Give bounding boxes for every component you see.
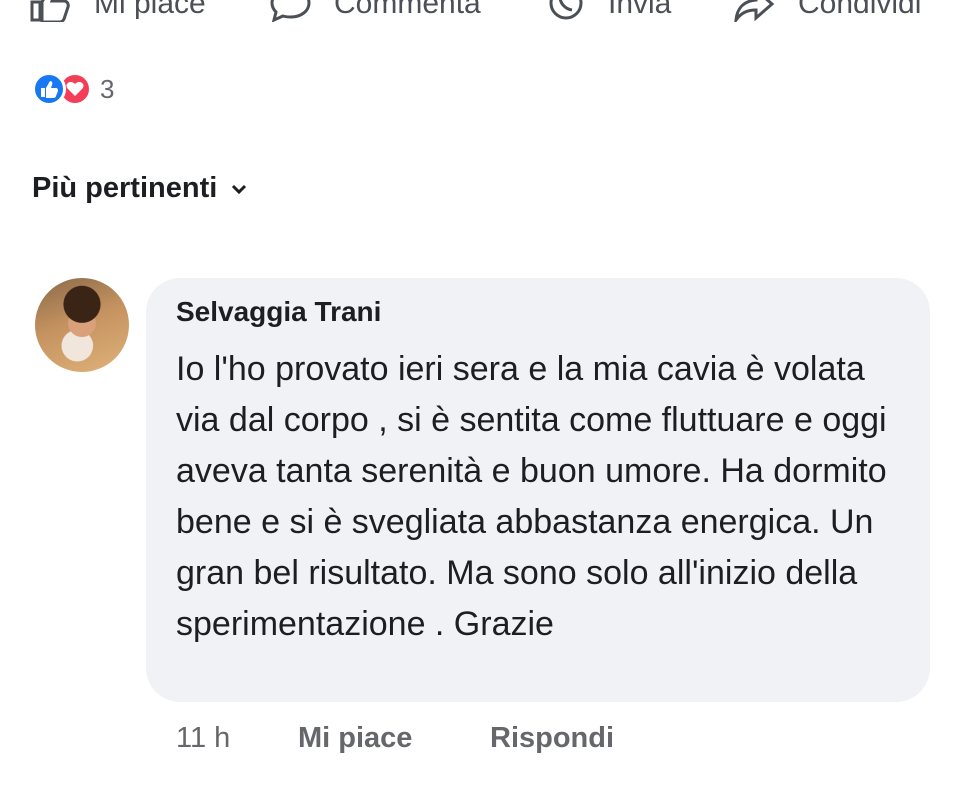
like-reaction-icon: [32, 72, 66, 106]
comment-timestamp[interactable]: 11 h: [176, 722, 230, 755]
post-action-bar: Mi piace Commenta Invia Condividi: [0, 0, 960, 22]
reaction-count: 3: [100, 73, 115, 104]
whatsapp-icon: [549, 0, 583, 20]
comment-sort-dropdown[interactable]: Più pertinenti: [32, 172, 247, 205]
comment-author[interactable]: Selvaggia Trani: [176, 296, 381, 328]
send-action-button[interactable]: Invia: [546, 0, 671, 22]
comment-bubble: Selvaggia Trani Io l'ho provato ieri ser…: [146, 278, 930, 702]
thumbs-up-icon: [30, 0, 70, 22]
comment-action-label: Commenta: [334, 0, 481, 20]
comment-reply-link[interactable]: Rispondi: [490, 722, 614, 755]
like-action-button[interactable]: Mi piace: [30, 0, 206, 22]
avatar[interactable]: [35, 278, 129, 372]
share-action-label: Condividi: [798, 0, 922, 20]
comment-like-link[interactable]: Mi piace: [298, 722, 412, 755]
send-action-label: Invia: [608, 0, 672, 20]
sort-label: Più pertinenti: [32, 172, 218, 204]
comment-action-button[interactable]: Commenta: [270, 0, 481, 22]
reactions-summary[interactable]: 3: [32, 72, 114, 106]
comment-text: Io l'ho provato ieri sera e la mia cavia…: [176, 350, 887, 643]
like-action-label: Mi piace: [94, 0, 206, 20]
share-icon: [734, 0, 775, 22]
share-action-button[interactable]: Condividi: [732, 0, 921, 22]
chevron-down-icon: [232, 184, 247, 194]
comment-icon: [270, 0, 311, 22]
